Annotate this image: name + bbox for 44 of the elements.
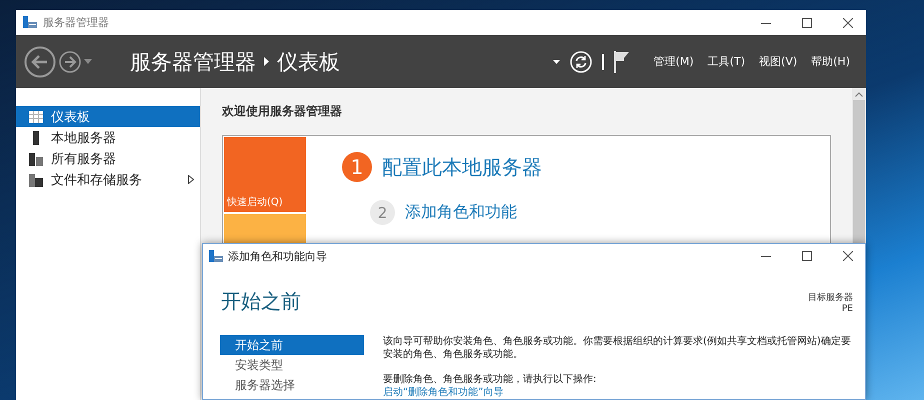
wizard-step[interactable]: 开始之前 [220,335,364,355]
window-title: 服务器管理器 [43,15,109,30]
flag-icon[interactable] [614,50,630,72]
breadcrumb-arrow-icon [264,57,269,66]
maximize-icon[interactable] [802,251,812,261]
page-heading: 开始之前 [221,288,301,315]
maximize-icon[interactable] [802,18,812,28]
description-text: 该向导可帮助你安装角色、角色服务或功能。你需要根据组织的计算要求(例如共享文档或托管网站)确定要安装的角色、角色服务或功能。 [383,335,852,361]
server-app-icon [23,16,37,29]
breadcrumb-item: 仪表板 [277,48,340,76]
close-icon[interactable] [843,251,853,261]
step-number: 2 [370,200,395,225]
servers-icon [29,152,43,166]
grid-icon [29,110,43,122]
refresh-icon[interactable] [570,50,592,72]
forward-button-icon[interactable] [59,50,81,72]
target-server-name: PE [842,304,853,314]
remove-wizard-link[interactable]: 启动“删除角色和功能”向导 [383,386,504,399]
menu-item[interactable]: 帮助(H) [811,54,850,69]
sidebar-item[interactable]: 文件和存储服务 [16,169,200,190]
menu-item[interactable]: 视图(V) [759,54,798,69]
close-icon[interactable] [843,18,853,28]
scroll-up-icon[interactable] [855,92,863,97]
step-link[interactable]: 配置此本地服务器 [382,154,542,180]
welcome-title: 欢迎使用服务器管理器 [222,103,343,120]
sidebar-item[interactable]: 仪表板 [16,106,200,127]
server-app-icon [209,250,223,262]
caret-icon[interactable] [552,60,560,64]
menu-item[interactable]: 管理(M) [654,54,694,69]
back-button-icon[interactable] [24,46,56,78]
expand-arrow-icon[interactable] [188,175,194,184]
step-link[interactable]: 添加角色和功能 [405,202,517,223]
sidebar-item[interactable]: 所有服务器 [16,148,200,169]
separator-icon [602,54,604,70]
breadcrumb-item[interactable]: 服务器管理器 [130,48,256,76]
step-number: 1 [342,152,372,182]
menu-item[interactable]: 工具(T) [708,54,746,69]
wizard-step[interactable]: 服务器选择 [220,375,364,395]
storage-icon [29,172,43,186]
dialog-title: 添加角色和功能向导 [228,248,327,264]
sidebar-item[interactable]: 本地服务器 [16,127,200,148]
wizard-step[interactable]: 安装类型 [220,355,364,375]
target-server-label: 目标服务器 [808,292,853,304]
description-text: 要删除角色、角色服务或功能，请执行以下操作: [383,373,598,386]
